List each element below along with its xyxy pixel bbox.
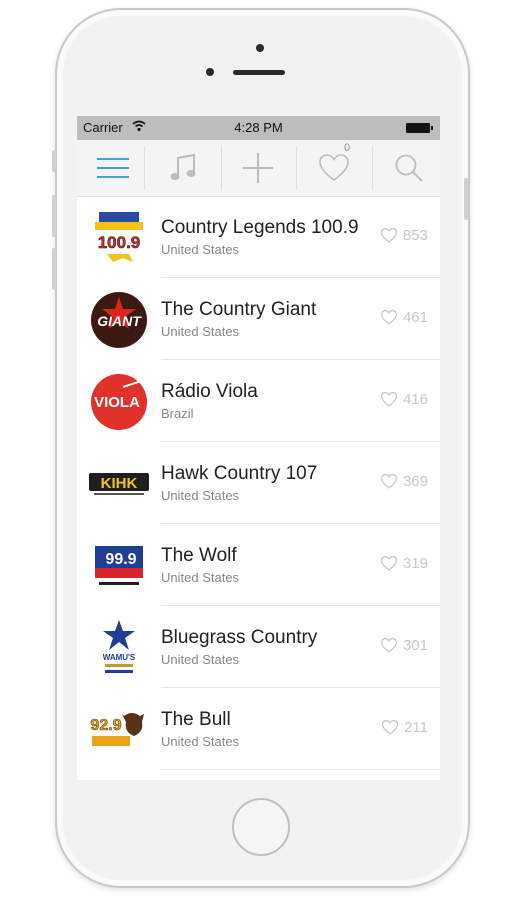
station-logo: GIANT	[87, 291, 151, 349]
volume-up-button	[52, 195, 56, 237]
station-logo-text: GIANT	[97, 313, 142, 329]
favorite-count: 369	[402, 473, 428, 490]
favorites-button[interactable]: 0	[298, 140, 370, 196]
heart-icon	[380, 638, 397, 653]
search-button[interactable]	[373, 140, 440, 196]
station-country: United States	[161, 488, 240, 503]
favorite-count: 461	[402, 309, 428, 326]
station-logo: 92.9	[87, 701, 151, 759]
station-logo-text: KIHK	[101, 475, 138, 492]
volume-down-button	[52, 248, 56, 290]
station-logo: 100.9	[87, 209, 151, 267]
station-row[interactable]: GIANT The Country Giant United States 46…	[77, 278, 440, 360]
station-logo-text: VIOLA	[94, 394, 140, 411]
station-logo-text: 99.9	[105, 551, 136, 568]
heart-icon	[380, 310, 397, 325]
heart-icon	[380, 392, 397, 407]
favorite-toggle[interactable]: 369	[380, 473, 428, 490]
station-name: Country Legends 100.9	[161, 217, 359, 238]
status-time: 4:28 PM	[234, 120, 283, 135]
favorite-toggle[interactable]: 319	[380, 555, 428, 572]
toolbar-divider	[296, 146, 297, 190]
favorite-count: 211	[404, 719, 428, 736]
station-logo-text: WAMU'S	[103, 653, 136, 662]
station-row[interactable]: 100.9 Country Legends 100.9 United State…	[77, 196, 440, 278]
favorite-count: 319	[402, 555, 428, 572]
plus-icon	[243, 153, 273, 183]
heart-icon	[319, 154, 349, 181]
station-country: Brazil	[161, 406, 194, 421]
station-country: United States	[161, 242, 240, 257]
station-country: United States	[161, 324, 240, 339]
favorites-count-badge: 0	[344, 142, 351, 154]
favorite-toggle[interactable]: 301	[380, 637, 428, 654]
station-row[interactable]: KIHK Hawk Country 107 United States 369	[77, 442, 440, 524]
heart-icon	[380, 556, 397, 571]
station-name: Hawk Country 107	[161, 463, 318, 484]
search-icon	[395, 154, 423, 182]
station-country: United States	[161, 652, 240, 667]
heart-icon	[382, 720, 399, 735]
station-row[interactable]: 92.9 The Bull United States 211	[77, 688, 440, 770]
station-logo: 99.9	[87, 537, 151, 595]
proximity-sensor	[206, 68, 214, 76]
heart-icon	[380, 474, 397, 489]
camera	[256, 44, 264, 52]
station-name: The Bull	[161, 709, 231, 730]
earpiece-speaker	[233, 70, 285, 75]
station-country: United States	[161, 570, 240, 585]
station-logo: WAMU'S	[87, 619, 151, 677]
station-name: Bluegrass Country	[161, 627, 318, 648]
toolbar: 0	[77, 140, 440, 197]
favorite-toggle[interactable]: 416	[380, 391, 428, 408]
station-logo: VIOLA	[87, 373, 151, 431]
mute-switch	[52, 150, 56, 172]
station-name: The Country Giant	[161, 299, 317, 320]
station-row[interactable]: WAMU'S Bluegrass Country United States 3…	[77, 606, 440, 688]
music-note-icon	[170, 153, 196, 180]
station-row[interactable]: 99.9 The Wolf United States 319	[77, 524, 440, 606]
heart-icon	[380, 228, 397, 243]
music-button[interactable]	[147, 140, 219, 196]
favorite-toggle[interactable]: 853	[380, 227, 428, 244]
battery-icon	[406, 123, 433, 133]
favorite-count: 301	[402, 637, 428, 654]
menu-button[interactable]	[77, 140, 149, 196]
status-bar: Carrier 4:28 PM	[77, 116, 440, 140]
home-button[interactable]	[232, 798, 290, 856]
station-list: 100.9 Country Legends 100.9 United State…	[77, 196, 440, 770]
station-name: Rádio Viola	[161, 381, 258, 402]
station-name: The Wolf	[161, 545, 237, 566]
station-logo-text: 100.9	[98, 233, 141, 252]
row-divider	[161, 769, 440, 770]
favorite-toggle[interactable]: 211	[382, 719, 428, 736]
station-country: United States	[161, 734, 240, 749]
power-button	[464, 178, 468, 220]
add-station-button[interactable]	[222, 140, 294, 196]
station-row[interactable]: VIOLA Rádio Viola Brazil 416	[77, 360, 440, 442]
favorite-toggle[interactable]: 461	[380, 309, 428, 326]
menu-icon	[97, 158, 129, 178]
station-logo-text: 92.9	[90, 717, 121, 734]
station-logo: KIHK	[87, 455, 151, 513]
favorite-count: 853	[402, 227, 428, 244]
toolbar-divider	[144, 146, 145, 190]
favorite-count: 416	[402, 391, 428, 408]
screen: Carrier 4:28 PM 0 100.9 Country Legends …	[77, 116, 440, 780]
